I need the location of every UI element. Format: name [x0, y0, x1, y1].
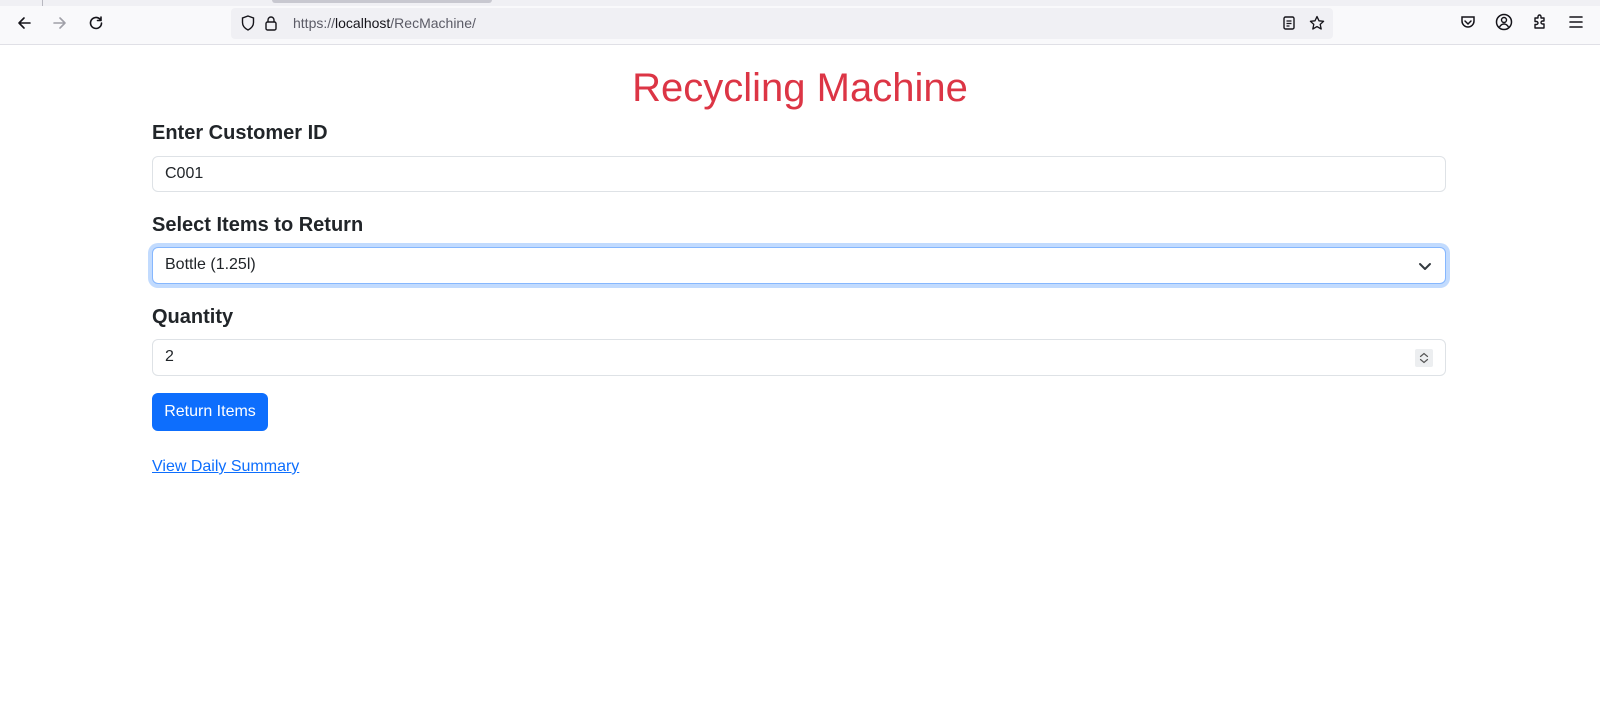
reload-icon	[89, 16, 103, 30]
customer-id-input[interactable]: C001	[152, 156, 1446, 192]
account-icon[interactable]	[1494, 12, 1514, 32]
return-items-button[interactable]: Return Items	[152, 393, 268, 431]
back-button[interactable]	[10, 9, 38, 37]
reader-view-icon[interactable]	[1280, 14, 1298, 32]
quantity-value: 2	[165, 348, 174, 365]
reload-button[interactable]	[82, 9, 110, 37]
daily-summary-link[interactable]: View Daily Summary	[152, 458, 299, 476]
back-icon	[18, 17, 31, 29]
tab-strip	[0, 0, 1600, 6]
url-path: /RecMachine/	[390, 15, 476, 31]
active-tab-indicator	[272, 0, 492, 3]
bookmark-star-icon[interactable]	[1308, 14, 1326, 32]
forward-button[interactable]	[46, 9, 74, 37]
customer-id-label: Enter Customer ID	[152, 122, 328, 144]
quantity-label: Quantity	[152, 306, 234, 328]
lock-icon[interactable]	[262, 14, 280, 32]
browser-toolbar: https://localhost/RecMachine/	[0, 0, 1600, 45]
items-select[interactable]: Bottle (1.25l)	[152, 247, 1446, 284]
pocket-icon[interactable]	[1458, 12, 1478, 32]
menu-icon[interactable]	[1566, 12, 1586, 32]
items-selected-value: Bottle (1.25l)	[165, 256, 256, 273]
tab-separator	[42, 0, 43, 6]
url-host: localhost	[335, 15, 391, 31]
forward-icon	[53, 17, 66, 29]
quantity-input[interactable]: 2	[152, 339, 1446, 376]
url-bar[interactable]: https://localhost/RecMachine/	[231, 8, 1333, 39]
items-select-label: Select Items to Return	[152, 214, 364, 236]
url-text[interactable]: https://localhost/RecMachine/	[293, 15, 476, 31]
number-spinner-icon[interactable]	[1415, 349, 1433, 367]
extensions-icon[interactable]	[1530, 12, 1550, 32]
chevron-down-icon	[1419, 263, 1431, 270]
page-title: Recycling Machine	[632, 66, 968, 110]
customer-id-value: C001	[165, 165, 204, 182]
url-scheme: https://	[293, 15, 336, 31]
shield-icon[interactable]	[239, 14, 257, 32]
